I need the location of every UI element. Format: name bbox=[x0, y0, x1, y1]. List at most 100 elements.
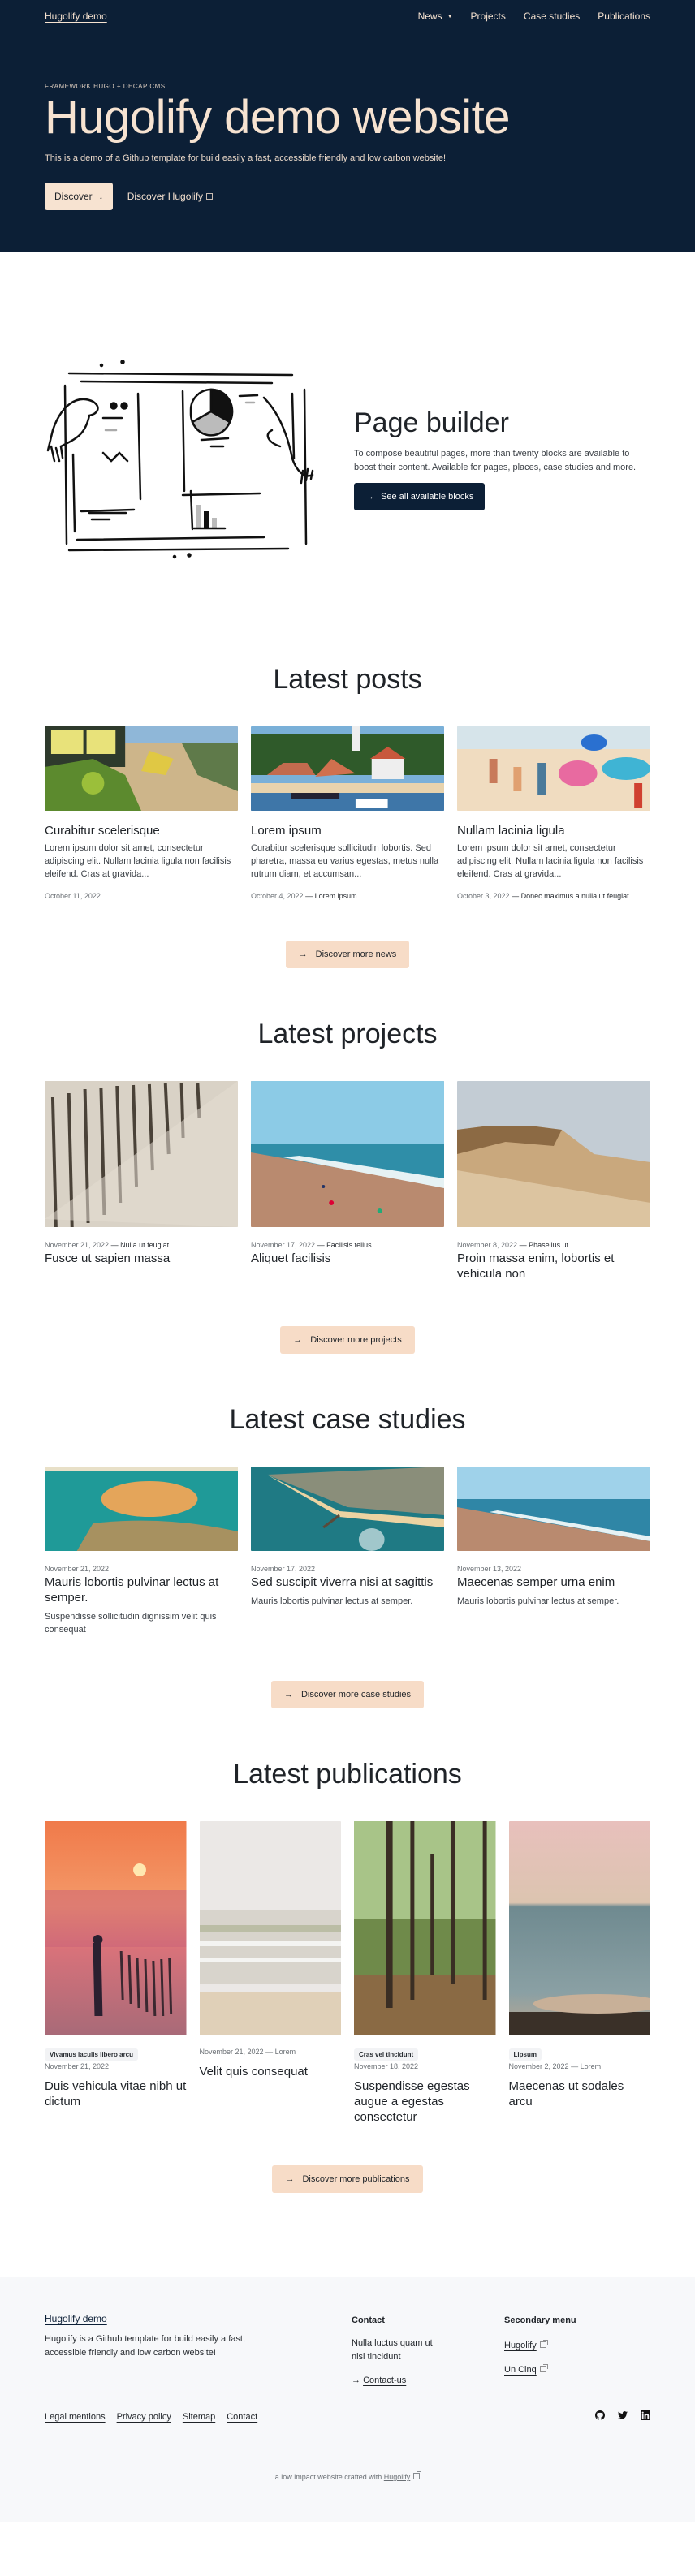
see-all-blocks-button[interactable]: → See all available blocks bbox=[354, 482, 486, 510]
arrow-right-icon: → bbox=[283, 1690, 293, 1699]
post-title: Lorem ipsum bbox=[251, 824, 322, 838]
post-excerpt: Lorem ipsum dolor sit amet, consectetur … bbox=[457, 843, 644, 879]
case-study-image bbox=[251, 1467, 444, 1551]
discover-more-case-studies-label: Discover more case studies bbox=[300, 1690, 412, 1699]
post-category: — Lorem ipsum bbox=[305, 892, 357, 900]
publication-tag-row: Vivamus iaculis libero arcu bbox=[45, 2046, 187, 2061]
hero-actions: Discover ↓ Discover Hugolify bbox=[45, 183, 650, 210]
project-meta: November 8, 2022 — Phasellus ut bbox=[457, 1241, 650, 1249]
publication-card[interactable]: Lipsum November 2, 2022 — Lorem Maecenas… bbox=[508, 1821, 662, 2125]
credit-text: a low impact website crafted with bbox=[274, 2473, 382, 2481]
publication-card[interactable]: November 21, 2022 — Lorem Velit quis con… bbox=[199, 1821, 341, 2125]
post-date: October 4, 2022 bbox=[251, 892, 304, 900]
credit-hugolify-link[interactable]: Hugolify bbox=[384, 2473, 411, 2481]
case-study-card[interactable]: November 17, 2022 Sed suscipit viverra n… bbox=[251, 1467, 444, 1636]
project-card[interactable]: November 8, 2022 — Phasellus ut Proin ma… bbox=[457, 1081, 650, 1282]
secondary-menu-item: Hugolify bbox=[504, 2337, 650, 2352]
post-image bbox=[457, 726, 650, 811]
twitter-icon[interactable] bbox=[618, 2410, 628, 2424]
discover-more-projects-button[interactable]: → Discover more projects bbox=[280, 1326, 415, 1354]
footer: Hugolify demo Hugolify is a Github templ… bbox=[0, 2277, 695, 2522]
nav-label: News bbox=[417, 11, 442, 22]
post-card[interactable]: Curabitur scelerisque Lorem ipsum dolor … bbox=[45, 726, 238, 900]
project-category: — Nulla ut feugiat bbox=[110, 1241, 170, 1249]
external-link-icon bbox=[539, 2340, 548, 2348]
case-study-excerpt: Mauris lobortis pulvinar lectus at sempe… bbox=[457, 1596, 619, 1606]
hero: Hugolify demo News ▼ Projects Case studie… bbox=[0, 0, 695, 252]
linkedin-icon[interactable] bbox=[641, 2410, 650, 2424]
project-meta: November 17, 2022 — Facilisis tellus bbox=[251, 1241, 444, 1249]
discover-more-news-button[interactable]: → Discover more news bbox=[285, 941, 410, 968]
post-image bbox=[251, 726, 444, 811]
publication-image bbox=[45, 1821, 187, 2035]
post-date: October 11, 2022 bbox=[45, 892, 101, 900]
case-study-excerpt: Suspendisse sollicitudin dignissim velit… bbox=[45, 1612, 217, 1635]
project-card[interactable]: November 21, 2022 — Nulla ut feugiat Fus… bbox=[45, 1081, 238, 1282]
discover-more-publications-button[interactable]: → Discover more publications bbox=[272, 2165, 423, 2193]
contact-link[interactable]: Contact bbox=[227, 2412, 257, 2422]
nav-item-case-studies[interactable]: Case studies bbox=[524, 11, 580, 22]
project-card[interactable]: November 17, 2022 — Facilisis tellus Ali… bbox=[251, 1081, 444, 1282]
external-link-icon bbox=[413, 2471, 422, 2479]
posts-cta-row: → Discover more news bbox=[45, 941, 650, 968]
hero-title: Hugolify demo website bbox=[45, 91, 511, 144]
publication-date: November 21, 2022 bbox=[199, 2048, 264, 2056]
discover-label: Discover bbox=[54, 191, 93, 202]
post-meta: October 4, 2022 — Lorem ipsum bbox=[251, 892, 444, 900]
page-builder-text: To compose beautiful pages, more than tw… bbox=[354, 448, 637, 472]
case-study-card[interactable]: November 13, 2022 Maecenas semper urna e… bbox=[457, 1467, 650, 1636]
post-card[interactable]: Nullam lacinia ligula Lorem ipsum dolor … bbox=[457, 726, 650, 900]
nav-item-publications[interactable]: Publications bbox=[598, 11, 650, 22]
github-icon[interactable] bbox=[595, 2410, 605, 2424]
legal-links: Legal mentions Privacy policy Sitemap Co… bbox=[45, 2412, 257, 2422]
publications-cta-row: → Discover more publications bbox=[45, 2165, 650, 2193]
post-excerpt: Lorem ipsum dolor sit amet, consectetur … bbox=[45, 843, 231, 879]
publication-meta: November 2, 2022 — Lorem bbox=[509, 2062, 651, 2070]
post-meta: October 11, 2022 bbox=[45, 892, 238, 900]
publication-image bbox=[199, 1821, 341, 2035]
footer-description: Hugolify is a Github template for build … bbox=[45, 2334, 246, 2358]
contact-us-link[interactable]: Contact-us bbox=[363, 2376, 406, 2385]
latest-posts-title: Latest posts bbox=[273, 664, 422, 695]
brand-link[interactable]: Hugolify demo bbox=[45, 11, 107, 22]
legal-mentions-link[interactable]: Legal mentions bbox=[45, 2412, 106, 2422]
posts-grid: Curabitur scelerisque Lorem ipsum dolor … bbox=[45, 726, 650, 900]
latest-publications-title: Latest publications bbox=[233, 1759, 462, 1790]
publication-date: November 2, 2022 bbox=[508, 2062, 569, 2070]
hugolify-link[interactable]: Hugolify bbox=[504, 2341, 537, 2350]
latest-case-studies-section: Latest case studies November 21, 2022 Ma… bbox=[0, 1354, 695, 1708]
publication-image bbox=[508, 1821, 662, 2035]
discover-more-case-studies-button[interactable]: → Discover more case studies bbox=[270, 1681, 425, 1708]
publication-tag[interactable]: Cras vel tincidunt bbox=[354, 2048, 419, 2061]
publication-tag[interactable]: Lipsum bbox=[508, 2048, 542, 2061]
privacy-policy-link[interactable]: Privacy policy bbox=[117, 2412, 171, 2422]
footer-contact-heading: Contact bbox=[352, 2315, 385, 2325]
nav-item-projects[interactable]: Projects bbox=[471, 11, 506, 22]
page-builder-section: Page builder To compose beautiful pages,… bbox=[0, 252, 695, 657]
publication-title: Maecenas ut sodales arcu bbox=[508, 2079, 624, 2109]
discover-hugolify-link[interactable]: Discover Hugolify bbox=[127, 191, 215, 202]
un-cinq-link[interactable]: Un Cinq bbox=[504, 2365, 537, 2375]
case-study-card[interactable]: November 21, 2022 Mauris lobortis pulvin… bbox=[45, 1467, 238, 1636]
project-title: Aliquet facilisis bbox=[251, 1251, 331, 1265]
arrow-right-icon: → bbox=[352, 2376, 360, 2385]
page-builder-content: Page builder To compose beautiful pages,… bbox=[354, 407, 646, 510]
arrow-down-icon: ↓ bbox=[98, 192, 103, 201]
social-links bbox=[595, 2410, 650, 2424]
footer-brand-link[interactable]: Hugolify demo bbox=[45, 2313, 107, 2324]
post-meta: October 3, 2022 — Donec maximus a nulla … bbox=[457, 892, 650, 900]
publication-tag[interactable]: Vivamus iaculis libero arcu bbox=[45, 2048, 139, 2061]
sitemap-link[interactable]: Sitemap bbox=[183, 2412, 215, 2422]
publication-card[interactable]: Vivamus iaculis libero arcu November 21,… bbox=[45, 1821, 187, 2125]
publication-tag-row: Cras vel tincidunt bbox=[354, 2046, 496, 2061]
publication-title: Suspendisse egestas augue a egestas cons… bbox=[354, 2079, 470, 2124]
discover-more-news-label: Discover more news bbox=[315, 950, 397, 959]
publication-category: — Lorem bbox=[265, 2048, 296, 2056]
discover-button[interactable]: Discover ↓ bbox=[45, 183, 113, 210]
discover-hugolify-label: Discover Hugolify bbox=[127, 191, 204, 202]
nav-item-news[interactable]: News ▼ bbox=[418, 11, 453, 22]
footer-columns: Hugolify demo Hugolify is a Github templ… bbox=[45, 2311, 650, 2385]
project-image bbox=[45, 1081, 238, 1228]
publication-card[interactable]: Cras vel tincidunt November 18, 2022 Sus… bbox=[354, 1821, 496, 2125]
post-card[interactable]: Lorem ipsum Curabitur scelerisque sollic… bbox=[251, 726, 444, 900]
